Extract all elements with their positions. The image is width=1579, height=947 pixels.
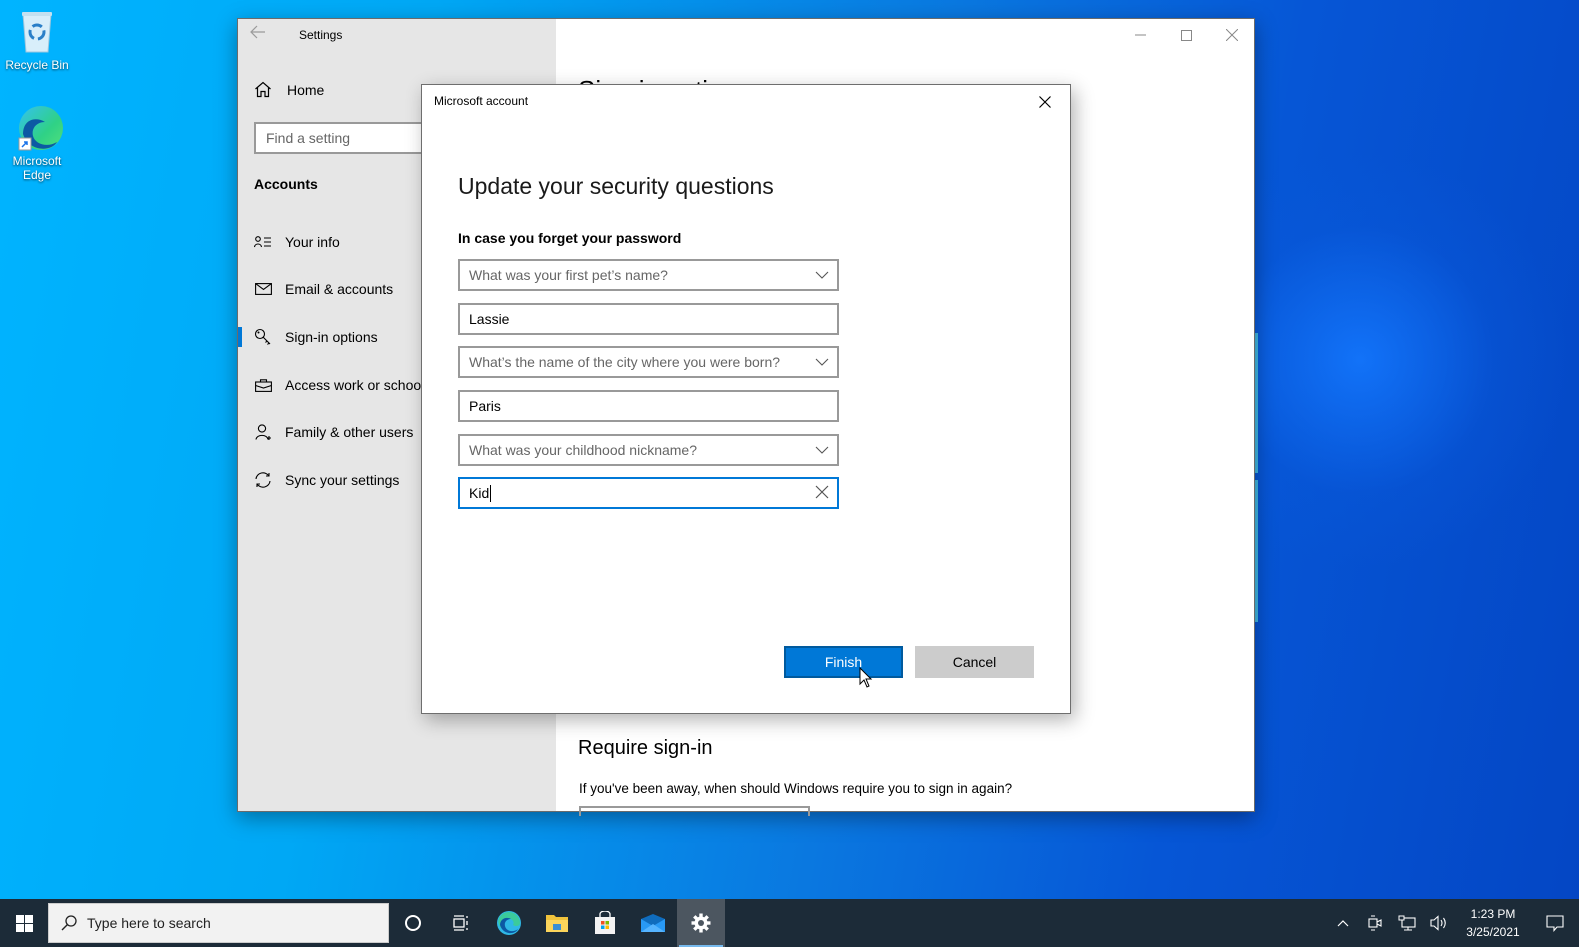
notification-icon bbox=[1546, 914, 1564, 932]
camera-icon bbox=[1368, 915, 1382, 931]
security-question-1-select[interactable]: What was your first pet’s name? bbox=[458, 259, 839, 291]
security-answer-1-input[interactable]: Lassie bbox=[458, 303, 839, 335]
answer-text: Paris bbox=[469, 398, 501, 414]
briefcase-icon bbox=[253, 378, 273, 392]
finish-button[interactable]: Finish bbox=[784, 646, 903, 678]
sidebar-item-home[interactable]: Home bbox=[254, 81, 324, 98]
require-signin-description: If you've been away, when should Windows… bbox=[579, 781, 1013, 796]
dialog-heading: Update your security questions bbox=[458, 173, 774, 199]
clock-time: 1:23 PM bbox=[1470, 907, 1516, 921]
taskbar: Type here to search 1:23 PM 3/25/2021 bbox=[0, 899, 1579, 947]
home-icon bbox=[255, 81, 271, 98]
maximize-button[interactable] bbox=[1163, 19, 1209, 51]
clear-icon bbox=[815, 485, 829, 499]
desktop-icon-recycle-bin[interactable]: Recycle Bin bbox=[1, 8, 73, 72]
action-center-button[interactable] bbox=[1531, 899, 1579, 947]
wallpaper-light-beam bbox=[1255, 333, 1258, 473]
window-title: Settings bbox=[299, 28, 343, 42]
chevron-down-icon bbox=[815, 446, 829, 454]
close-icon bbox=[1226, 29, 1238, 41]
mail-icon bbox=[253, 283, 273, 295]
chevron-down-icon bbox=[815, 271, 829, 279]
maximize-icon bbox=[1180, 29, 1192, 41]
nav-label: Family & other users bbox=[285, 424, 414, 440]
close-icon bbox=[1039, 96, 1051, 108]
desktop-icon-label: Edge bbox=[22, 168, 52, 182]
question-text: What was your childhood nickname? bbox=[469, 442, 698, 458]
question-text: What was your first pet’s name? bbox=[469, 267, 668, 283]
volume-icon bbox=[1430, 915, 1446, 931]
minimize-button[interactable] bbox=[1117, 19, 1163, 51]
key-icon bbox=[253, 328, 273, 346]
cortana-button[interactable] bbox=[389, 899, 437, 947]
answer-text: Kid bbox=[469, 485, 490, 501]
clock[interactable]: 1:23 PM 3/25/2021 bbox=[1455, 905, 1531, 941]
edge-icon bbox=[497, 911, 521, 935]
taskbar-search-box[interactable]: Type here to search bbox=[48, 903, 389, 943]
clear-text-button[interactable] bbox=[815, 485, 829, 502]
taskbar-edge[interactable] bbox=[485, 899, 533, 947]
security-question-2-select[interactable]: What’s the name of the city where you we… bbox=[458, 346, 839, 378]
arrow-left-icon bbox=[250, 25, 265, 39]
microsoft-account-dialog: Microsoft account Update your security q… bbox=[421, 84, 1071, 714]
edge-icon bbox=[15, 104, 63, 152]
start-button[interactable] bbox=[0, 899, 48, 947]
cortana-icon bbox=[405, 915, 421, 931]
show-hidden-icons-button[interactable] bbox=[1327, 899, 1359, 947]
search-icon bbox=[61, 915, 77, 931]
nav-label: Email & accounts bbox=[285, 281, 394, 297]
store-icon bbox=[595, 911, 615, 934]
section-heading: Accounts bbox=[254, 176, 318, 192]
find-setting-placeholder: Find a setting bbox=[266, 130, 351, 146]
dialog-close-button[interactable] bbox=[1028, 89, 1062, 115]
text-caret bbox=[490, 484, 492, 502]
require-signin-dropdown[interactable] bbox=[579, 806, 810, 816]
dialog-subheading: In case you forget your password bbox=[458, 230, 682, 246]
nav-label: Your info bbox=[285, 234, 340, 250]
nav-label: Access work or school bbox=[285, 377, 425, 393]
security-answer-2-input[interactable]: Paris bbox=[458, 390, 839, 422]
mouse-cursor bbox=[859, 667, 873, 688]
task-view-button[interactable] bbox=[437, 899, 485, 947]
contact-info-icon bbox=[253, 236, 273, 248]
require-signin-heading: Require sign-in bbox=[578, 737, 713, 759]
settings-icon bbox=[691, 913, 711, 933]
nav-label: Sync your settings bbox=[285, 472, 400, 488]
dialog-title: Microsoft account bbox=[434, 94, 529, 108]
security-question-3-select[interactable]: What was your childhood nickname? bbox=[458, 434, 839, 466]
close-window-button[interactable] bbox=[1209, 19, 1255, 51]
answer-text: Lassie bbox=[469, 311, 510, 327]
desktop-icon-label: Microsoft bbox=[12, 154, 62, 168]
taskbar-mail[interactable] bbox=[629, 899, 677, 947]
mail-icon bbox=[641, 914, 665, 932]
taskbar-file-explorer[interactable] bbox=[533, 899, 581, 947]
network-icon bbox=[1398, 915, 1416, 931]
file-explorer-icon bbox=[546, 915, 568, 932]
minimize-icon bbox=[1134, 34, 1146, 36]
chevron-down-icon bbox=[815, 358, 829, 366]
recycle-bin-icon bbox=[15, 8, 59, 56]
nav-label: Sign-in options bbox=[285, 329, 378, 345]
security-answer-3-input[interactable]: Kid bbox=[458, 477, 839, 509]
windows-logo-icon bbox=[15, 914, 33, 932]
task-view-icon bbox=[453, 915, 468, 931]
question-text: What’s the name of the city where you we… bbox=[469, 354, 781, 370]
desktop-icon-label: Recycle Bin bbox=[5, 58, 69, 72]
wallpaper-light-beam bbox=[1255, 480, 1258, 622]
back-button[interactable] bbox=[250, 25, 280, 47]
system-tray: 1:23 PM 3/25/2021 bbox=[1327, 899, 1579, 947]
taskbar-store[interactable] bbox=[581, 899, 629, 947]
cancel-button[interactable]: Cancel bbox=[915, 646, 1034, 678]
meet-now-button[interactable] bbox=[1359, 899, 1391, 947]
volume-button[interactable] bbox=[1423, 899, 1455, 947]
network-button[interactable] bbox=[1391, 899, 1423, 947]
search-placeholder: Type here to search bbox=[87, 915, 211, 931]
taskbar-settings[interactable] bbox=[677, 899, 725, 947]
clock-date: 3/25/2021 bbox=[1466, 925, 1520, 939]
sync-icon bbox=[253, 472, 273, 488]
add-person-icon bbox=[253, 423, 273, 441]
home-label: Home bbox=[287, 81, 325, 98]
desktop-icon-edge[interactable]: Microsoft Edge bbox=[1, 104, 73, 182]
chevron-up-icon bbox=[1337, 920, 1349, 927]
